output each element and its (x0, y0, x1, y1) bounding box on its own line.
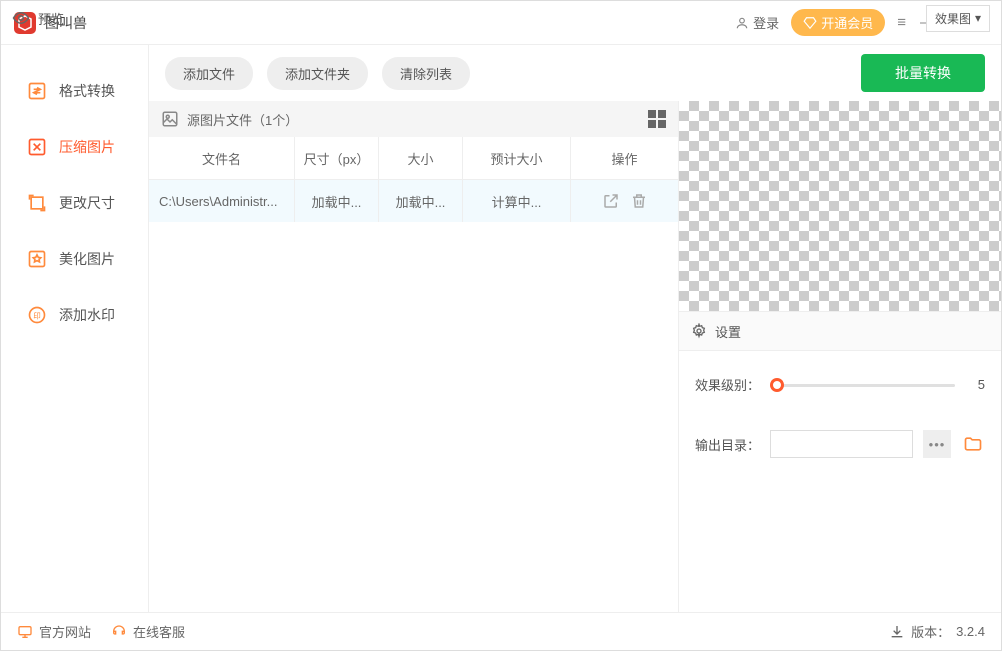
version-info: 版本： 3.2.4 (889, 622, 985, 641)
toolbar: 添加文件 添加文件夹 清除列表 批量转换 (149, 45, 1001, 101)
sidebar-item-beautify[interactable]: 美化图片 (1, 231, 148, 287)
outdir-input[interactable] (770, 430, 913, 458)
file-panel-title: 源图片文件（1个） (187, 110, 298, 129)
version-number: 3.2.4 (956, 624, 985, 639)
setting-outdir-row: 输出目录： ••• (695, 430, 985, 458)
cell-size-px: 加载中... (295, 180, 379, 222)
sidebar-item-label: 格式转换 (59, 81, 115, 101)
compress-icon (27, 137, 47, 157)
batch-convert-button[interactable]: 批量转换 (861, 54, 985, 92)
table-header: 文件名 尺寸（px） 大小 预计大小 操作 (149, 137, 678, 180)
main-area: 格式转换 压缩图片 更改尺寸 美化图片 印 添加水印 添加文件 添加文件夹 清除… (1, 45, 1001, 612)
footer: 官方网站 在线客服 版本： 3.2.4 (1, 612, 1001, 650)
preview-box (679, 101, 1001, 311)
monitor-icon (17, 624, 33, 640)
settings-label: 设置 (715, 322, 741, 341)
sidebar-item-label: 压缩图片 (59, 137, 115, 157)
col-header-name: 文件名 (149, 137, 295, 179)
table-row[interactable]: C:\Users\Administr... 加载中... 加载中... 计算中.… (149, 180, 678, 222)
watermark-icon: 印 (27, 305, 47, 325)
resize-icon (27, 193, 47, 213)
content-row: 源图片文件（1个） 文件名 尺寸（px） 大小 预计大小 操作 C:\Users… (149, 101, 1001, 612)
official-site-link[interactable]: 官方网站 (17, 622, 91, 641)
cell-ops (571, 180, 678, 222)
sidebar-item-label: 美化图片 (59, 249, 115, 269)
browse-button[interactable]: ••• (923, 430, 951, 458)
sidebar-item-compress[interactable]: 压缩图片 (1, 119, 148, 175)
preview-header: 预览 效果图 ▾ (0, 0, 1002, 36)
col-header-est-size: 预计大小 (463, 137, 571, 179)
right-panel: 预览 效果图 ▾ 设置 效果级别： (679, 101, 1001, 612)
cell-name: C:\Users\Administr... (149, 180, 295, 222)
sidebar-item-format-convert[interactable]: 格式转换 (1, 63, 148, 119)
center-column: 添加文件 添加文件夹 清除列表 批量转换 源图片文件（1个） 文件名 尺寸（px… (149, 45, 1001, 612)
image-icon (161, 110, 179, 128)
sidebar-item-watermark[interactable]: 印 添加水印 (1, 287, 148, 343)
open-external-icon[interactable] (602, 192, 620, 210)
support-label: 在线客服 (133, 622, 185, 641)
level-value: 5 (965, 377, 985, 392)
preview-select-value: 效果图 (935, 10, 971, 27)
support-link[interactable]: 在线客服 (111, 622, 185, 641)
file-panel-header: 源图片文件（1个） (149, 101, 678, 137)
site-label: 官方网站 (39, 622, 91, 641)
folder-icon (963, 434, 983, 454)
col-header-size-px: 尺寸（px） (295, 137, 379, 179)
grid-view-toggle[interactable] (648, 110, 666, 128)
preview-mode-select[interactable]: 效果图 ▾ (926, 5, 990, 32)
preview-label: 预览 (38, 9, 64, 28)
cell-est-size: 计算中... (463, 180, 571, 222)
col-header-ops: 操作 (571, 137, 678, 179)
add-file-button[interactable]: 添加文件 (165, 57, 253, 90)
settings-body: 效果级别： 5 输出目录： ••• (679, 351, 1001, 482)
level-slider[interactable] (770, 378, 955, 392)
add-folder-button[interactable]: 添加文件夹 (267, 57, 368, 90)
eye-icon (12, 9, 30, 27)
headset-icon (111, 624, 127, 640)
setting-level-row: 效果级别： 5 (695, 375, 985, 394)
cell-size: 加载中... (379, 180, 463, 222)
level-label: 效果级别： (695, 375, 760, 394)
download-icon[interactable] (889, 624, 905, 640)
sidebar: 格式转换 压缩图片 更改尺寸 美化图片 印 添加水印 (1, 45, 149, 612)
settings-header: 设置 (679, 311, 1001, 351)
sidebar-item-label: 更改尺寸 (59, 193, 115, 213)
version-label: 版本： (911, 622, 950, 641)
slider-thumb[interactable] (770, 378, 784, 392)
delete-icon[interactable] (630, 192, 648, 210)
open-folder-button[interactable] (961, 432, 985, 456)
convert-icon (27, 81, 47, 101)
gear-icon (691, 323, 707, 339)
svg-text:印: 印 (33, 311, 41, 320)
outdir-label: 输出目录： (695, 435, 760, 454)
beautify-icon (27, 249, 47, 269)
clear-list-button[interactable]: 清除列表 (382, 57, 470, 90)
col-header-size: 大小 (379, 137, 463, 179)
file-panel: 源图片文件（1个） 文件名 尺寸（px） 大小 预计大小 操作 C:\Users… (149, 101, 679, 612)
sidebar-item-label: 添加水印 (59, 305, 115, 325)
chevron-down-icon: ▾ (975, 11, 981, 25)
sidebar-item-resize[interactable]: 更改尺寸 (1, 175, 148, 231)
